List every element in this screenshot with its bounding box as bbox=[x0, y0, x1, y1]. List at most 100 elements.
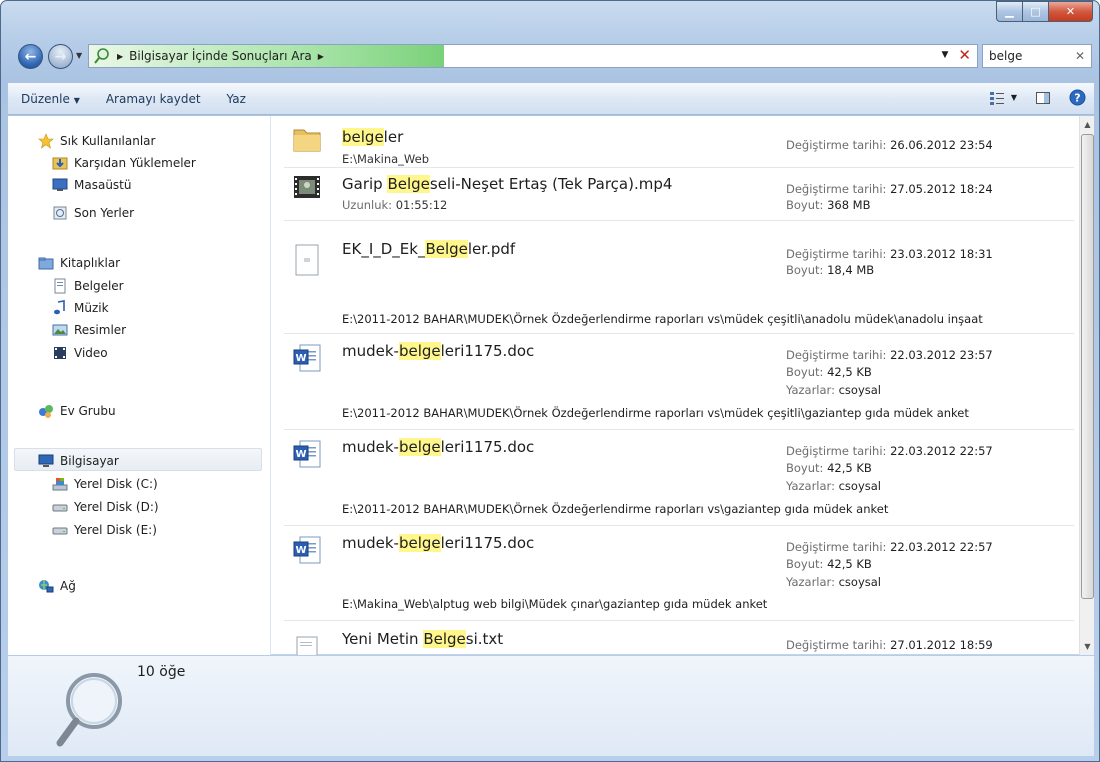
modified-date: Değiştirme tarihi: 26.06.2012 23:54 bbox=[786, 138, 993, 152]
file-authors: Yazarlar: csoysal bbox=[786, 575, 881, 589]
file-name: Yeni Metin Belgesi.txt bbox=[342, 630, 504, 648]
vertical-scrollbar[interactable]: ▲ ▼ bbox=[1079, 116, 1094, 655]
explorer-window: ▁ □ ✕ ← → ▼ ▶ Bilgisayar İçinde Sonuçlar… bbox=[0, 0, 1100, 762]
word-doc-icon: W bbox=[292, 439, 322, 471]
sidebar-item-disk-e[interactable]: Yerel Disk (E:) bbox=[52, 520, 157, 540]
sidebar-item-label: Belgeler bbox=[74, 279, 124, 293]
scroll-down-arrow-icon[interactable]: ▼ bbox=[1080, 638, 1095, 655]
file-name: mudek-belgeleri1175.doc bbox=[342, 534, 535, 552]
back-button[interactable]: ← bbox=[18, 44, 43, 69]
organize-button[interactable]: Düzenle ▼ bbox=[8, 92, 93, 106]
search-folder-icon bbox=[94, 48, 109, 64]
sidebar-item-homegroup[interactable]: Ev Grubu bbox=[38, 401, 116, 421]
file-name: EK_I_D_Ek_Belgeler.pdf bbox=[342, 240, 516, 258]
sidebar-item-computer[interactable]: Bilgisayar bbox=[38, 451, 119, 471]
sidebar-item-desktop[interactable]: Masaüstü bbox=[52, 175, 131, 195]
file-name: mudek-belgeleri1175.doc bbox=[342, 342, 535, 360]
forward-button[interactable]: → bbox=[48, 44, 73, 69]
caption-buttons: ▁ □ ✕ bbox=[996, 1, 1093, 23]
scroll-up-arrow-icon[interactable]: ▲ bbox=[1080, 116, 1095, 133]
list-item[interactable]: W mudek-belgeleri1175.doc Değiştirme tar… bbox=[284, 335, 1074, 430]
address-bar[interactable]: ▶ Bilgisayar İçinde Sonuçları Ara ▶ ▼ ✕ bbox=[88, 44, 978, 68]
navigation-pane: Sık Kullanılanlar Karşıdan Yüklemeler Ma… bbox=[8, 116, 271, 655]
sidebar-item-favorites[interactable]: Sık Kullanılanlar bbox=[38, 131, 155, 151]
file-path: E:\2011-2012 BAHAR\MUDEK\Örnek Özdeğerle… bbox=[342, 312, 983, 326]
close-button[interactable]: ✕ bbox=[1049, 1, 1093, 22]
scrollbar-thumb[interactable] bbox=[1081, 134, 1094, 599]
sidebar-item-label: Bilgisayar bbox=[60, 454, 119, 468]
sidebar-item-documents[interactable]: Belgeler bbox=[52, 276, 124, 296]
maximize-icon: □ bbox=[1030, 5, 1041, 18]
search-input[interactable]: belge bbox=[989, 49, 1022, 63]
sidebar-item-label: Kitaplıklar bbox=[60, 256, 121, 270]
search-box[interactable]: belge ✕ bbox=[982, 44, 1092, 68]
sidebar-item-network[interactable]: Ağ bbox=[38, 576, 76, 596]
libraries-icon bbox=[38, 255, 54, 271]
sidebar-item-downloads[interactable]: Karşıdan Yüklemeler bbox=[52, 153, 196, 173]
list-item[interactable]: Garip Belgeseli-Neşet Ertaş (Tek Parça).… bbox=[284, 168, 1074, 221]
list-item[interactable]: W mudek-belgeleri1175.doc Değiştirme tar… bbox=[284, 431, 1074, 526]
sidebar-item-disk-c[interactable]: Yerel Disk (C:) bbox=[52, 474, 158, 494]
command-bar: Düzenle ▼ Aramayı kaydet Yaz ▼ ? bbox=[8, 83, 1094, 115]
help-icon[interactable]: ? bbox=[1069, 89, 1086, 106]
sidebar-item-label: Yerel Disk (D:) bbox=[74, 500, 159, 514]
file-name: mudek-belgeleri1175.doc bbox=[342, 438, 535, 456]
history-dropdown-icon[interactable]: ▼ bbox=[76, 51, 82, 60]
recent-places-icon bbox=[52, 205, 68, 221]
sidebar-item-label: Müzik bbox=[74, 301, 109, 315]
modified-date: Değiştirme tarihi: 27.01.2012 18:59 bbox=[786, 638, 993, 652]
sidebar-item-label: Resimler bbox=[74, 323, 127, 337]
sidebar-item-label: Ağ bbox=[60, 579, 76, 593]
item-count: 10 öğe bbox=[137, 664, 186, 680]
view-options-button[interactable]: ▼ bbox=[989, 90, 1017, 106]
file-size: Boyut: 18,4 MB bbox=[786, 263, 875, 277]
file-size: Boyut: 42,5 KB bbox=[786, 557, 872, 571]
documents-icon bbox=[52, 278, 68, 294]
view-list-icon bbox=[989, 91, 1004, 105]
item-location: E:\Makina_Web bbox=[342, 152, 429, 166]
preview-pane-icon[interactable] bbox=[1035, 90, 1051, 106]
file-path: E:\2011-2012 BAHAR\MUDEK\Örnek Özdeğerle… bbox=[342, 406, 969, 420]
back-arrow-icon: ← bbox=[24, 48, 37, 65]
sidebar-item-recent[interactable]: Son Yerler bbox=[52, 203, 134, 223]
network-icon bbox=[38, 578, 54, 594]
close-icon: ✕ bbox=[1065, 5, 1076, 18]
stop-search-icon[interactable]: ✕ bbox=[958, 48, 971, 63]
file-path: E:\Makina_Web\alptug web bilgi\Müdek çın… bbox=[342, 597, 768, 611]
music-icon bbox=[52, 300, 68, 316]
modified-date: Değiştirme tarihi: 23.03.2012 18:31 bbox=[786, 247, 993, 261]
modified-date: Değiştirme tarihi: 22.03.2012 22:57 bbox=[786, 444, 993, 458]
video-file-icon bbox=[292, 172, 322, 204]
video-icon bbox=[52, 345, 68, 361]
system-drive-icon bbox=[52, 476, 68, 492]
breadcrumb-arrow-icon[interactable]: ▶ bbox=[318, 52, 324, 61]
file-path: E:\2011-2012 BAHAR\MUDEK\Örnek Özdeğerle… bbox=[342, 502, 889, 516]
breadcrumb-arrow-icon[interactable]: ▶ bbox=[117, 52, 123, 61]
list-item[interactable]: EK_I_D_Ek_Belgeler.pdf Değiştirme tarihi… bbox=[284, 236, 1074, 334]
sidebar-item-music[interactable]: Müzik bbox=[52, 298, 109, 318]
clear-search-icon[interactable]: ✕ bbox=[1075, 49, 1085, 63]
sidebar-item-libraries[interactable]: Kitaplıklar bbox=[38, 253, 120, 273]
svg-text:W: W bbox=[295, 545, 306, 556]
save-search-button[interactable]: Aramayı kaydet bbox=[93, 92, 214, 106]
pdf-file-icon bbox=[292, 244, 322, 276]
folder-icon bbox=[292, 122, 322, 154]
list-item[interactable]: belgeler E:\Makina_Web Değiştirme tarihi… bbox=[284, 118, 1074, 168]
breadcrumb[interactable]: Bilgisayar İçinde Sonuçları Ara bbox=[129, 49, 312, 63]
sidebar-item-pictures[interactable]: Resimler bbox=[52, 320, 126, 340]
forward-arrow-icon: → bbox=[54, 48, 67, 65]
burn-button[interactable]: Yaz bbox=[214, 92, 259, 106]
file-name: belgeler bbox=[342, 128, 404, 146]
minimize-button[interactable]: ▁ bbox=[996, 1, 1023, 22]
sidebar-item-video[interactable]: Video bbox=[52, 343, 108, 363]
list-item[interactable]: Yeni Metin Belgesi.txt Değiştirme tarihi… bbox=[284, 622, 1074, 655]
drive-icon bbox=[52, 522, 68, 538]
sidebar-item-disk-d[interactable]: Yerel Disk (D:) bbox=[52, 497, 159, 517]
list-item[interactable]: W mudek-belgeleri1175.doc Değiştirme tar… bbox=[284, 527, 1074, 621]
desktop-icon bbox=[52, 177, 68, 193]
file-size: Boyut: 42,5 KB bbox=[786, 461, 872, 475]
sidebar-item-label: Karşıdan Yüklemeler bbox=[74, 156, 196, 170]
maximize-button[interactable]: □ bbox=[1023, 1, 1049, 22]
address-dropdown-icon[interactable]: ▼ bbox=[942, 50, 949, 60]
modified-date: Değiştirme tarihi: 22.03.2012 22:57 bbox=[786, 540, 993, 554]
